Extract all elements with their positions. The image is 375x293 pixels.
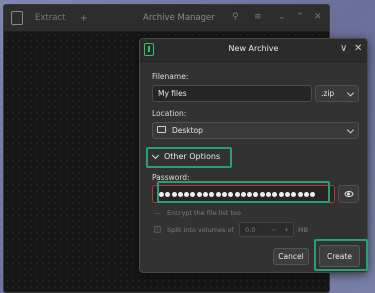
extension-value: .zip [321,89,335,98]
split-unit-label: MB [298,226,309,234]
minimize-icon[interactable]: ⌄ [278,12,286,22]
highlight-other-options [146,147,232,168]
highlight-password [157,181,330,203]
split-size-value: 0,0 [245,225,256,234]
highlight-create [314,239,368,271]
extract-button[interactable]: Extract [35,13,65,23]
add-button[interactable]: + [79,13,87,24]
archive-icon [11,11,23,25]
increment-button[interactable]: + [284,226,289,234]
cancel-button[interactable]: Cancel [273,248,309,265]
new-archive-dialog: New Archive ∨ ✕ Filename: My files .zip … [139,38,368,273]
split-volumes-checkbox[interactable] [154,226,161,233]
dash-icon: — [154,209,161,217]
chevron-down-icon [346,125,355,134]
maximize-icon[interactable]: ⌃ [296,12,304,22]
chevron-down-icon [346,88,355,97]
eye-icon [344,191,353,197]
split-size-stepper[interactable]: 0,0 − + [239,222,294,237]
search-icon[interactable]: ⚲ [232,12,239,22]
encrypt-file-list-label: Encrypt the file list too [167,209,241,217]
dialog-titlebar: New Archive ∨ ✕ [140,39,367,62]
show-password-button[interactable] [338,185,359,203]
filename-value: My files [158,89,187,98]
desktop-icon [157,126,166,133]
window-title: Archive Manager [143,13,215,23]
close-icon[interactable]: ✕ [314,12,322,22]
screen: Extract + Archive Manager ⚲ ≡ ⌄ ⌃ ✕ New … [0,0,375,293]
archive-manager-titlebar: Extract + Archive Manager ⚲ ≡ ⌄ ⌃ ✕ [4,5,329,32]
location-select[interactable]: Desktop [152,122,359,139]
decrement-button[interactable]: − [271,226,276,234]
split-volumes-label: Split into volumes of [167,226,234,234]
close-icon[interactable]: ✕ [354,43,362,55]
filename-label: Filename: [152,72,189,81]
menu-icon[interactable]: ≡ [254,12,262,22]
extension-select[interactable]: .zip [315,85,359,102]
dialog-title: New Archive [228,44,279,53]
chevron-down-icon[interactable]: ∨ [340,43,347,55]
filename-input[interactable]: My files [152,85,312,102]
location-label: Location: [152,109,187,118]
location-value: Desktop [172,126,203,135]
